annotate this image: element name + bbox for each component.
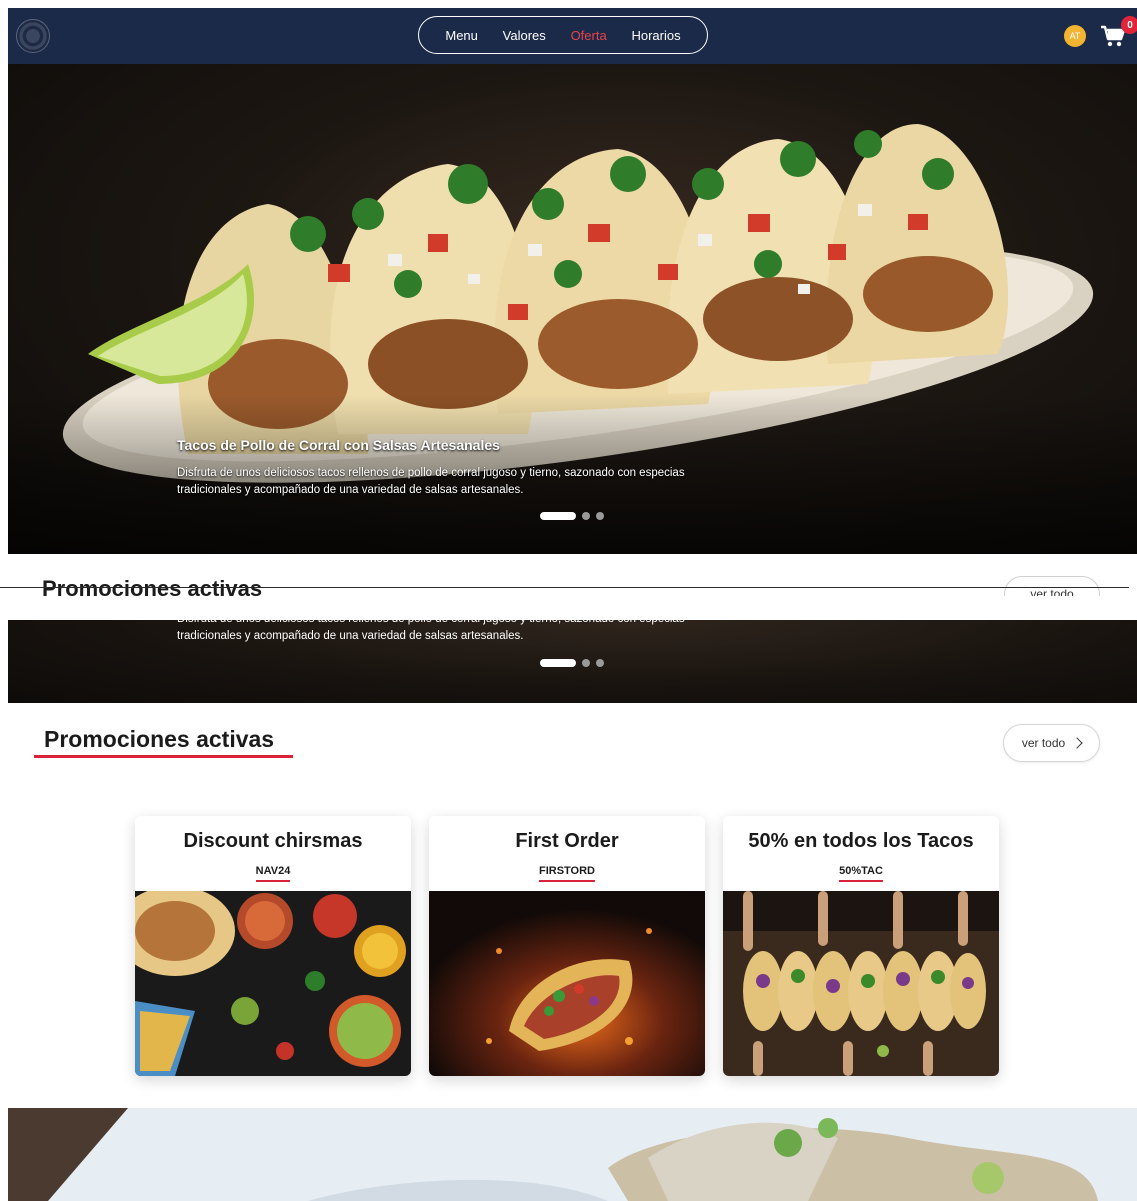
restaurant-logo[interactable] xyxy=(16,19,50,53)
carousel-indicators xyxy=(540,512,604,520)
promo-code: NAV24 xyxy=(255,865,291,882)
promo-image-flying-taco xyxy=(429,891,705,1076)
viewport-scrolled: Disfruta de unos deliciosos tacos rellen… xyxy=(8,620,1137,1201)
promo-card-title: First Order xyxy=(515,830,619,852)
promo-card-first-order[interactable]: First Order FIRSTORD xyxy=(429,816,705,1076)
promo-card-discount-christmas[interactable]: Discount chirsmas NAV24 xyxy=(135,816,411,1076)
nav-item-valores[interactable]: Valores xyxy=(503,28,546,43)
hero-caption: Tacos de Pollo de Corral con Salsas Arte… xyxy=(177,437,737,499)
carousel-indicators-repeat xyxy=(540,659,604,667)
hero-description: Disfruta de unos deliciosos tacos rellen… xyxy=(177,467,685,496)
screenshot-divider xyxy=(0,587,1129,588)
promo-image-tacos-row xyxy=(723,891,999,1076)
carousel-dot-3[interactable] xyxy=(596,512,604,520)
promo-card-title: 50% en todos los Tacos xyxy=(748,830,974,852)
carousel-dot-1[interactable] xyxy=(540,659,576,667)
heading-underline xyxy=(34,755,293,758)
user-avatar[interactable]: AT xyxy=(1064,25,1086,47)
nav-item-menu[interactable]: Menu xyxy=(445,28,478,43)
promotions-heading: Promociones activas xyxy=(44,726,275,752)
promo-code: FIRSTORD xyxy=(538,865,596,882)
hero-description-repeat: Disfruta de unos deliciosos tacos rellen… xyxy=(177,620,685,642)
nav-menu: Menu Valores Oferta Horarios xyxy=(418,16,708,54)
promo-card-title: Discount chirsmas xyxy=(183,830,363,852)
carousel-dot-3[interactable] xyxy=(596,659,604,667)
promo-code: 50%TAC xyxy=(839,865,883,882)
promotion-cards: Discount chirsmas NAV24 First Order FIRS… xyxy=(135,816,999,1076)
carousel-dot-2[interactable] xyxy=(582,512,590,520)
promo-image-taco-spread xyxy=(135,891,411,1076)
see-all-button[interactable]: ver todo xyxy=(1003,724,1100,762)
viewport-top: Menu Valores Oferta Horarios AT 0 Tacos … xyxy=(8,8,1137,596)
chevron-right-icon xyxy=(1071,737,1083,749)
nav-item-oferta[interactable]: Oferta xyxy=(571,28,607,43)
promotions-heading-peek: Promociones activas xyxy=(42,576,263,596)
promo-card-50-tacos[interactable]: 50% en todos los Tacos 50%TAC xyxy=(723,816,999,1076)
see-all-button-peek[interactable]: ver todo xyxy=(1004,576,1100,596)
bottom-banner-image xyxy=(8,1108,1137,1201)
nav-item-horarios[interactable]: Horarios xyxy=(631,28,680,43)
hero-carousel-bottom[interactable]: Disfruta de unos deliciosos tacos rellen… xyxy=(8,620,1137,703)
cart-count-badge: 0 xyxy=(1121,16,1137,34)
carousel-dot-1[interactable] xyxy=(540,512,576,520)
navbar: Menu Valores Oferta Horarios AT 0 xyxy=(8,8,1137,64)
promotions-section-peek: Promociones activas ver todo xyxy=(8,554,1137,596)
see-all-label: ver todo xyxy=(1021,736,1066,750)
carousel-dot-2[interactable] xyxy=(582,659,590,667)
hero-carousel[interactable]: Tacos de Pollo de Corral con Salsas Arte… xyxy=(8,64,1137,554)
hero-title: Tacos de Pollo de Corral con Salsas Arte… xyxy=(177,437,500,453)
